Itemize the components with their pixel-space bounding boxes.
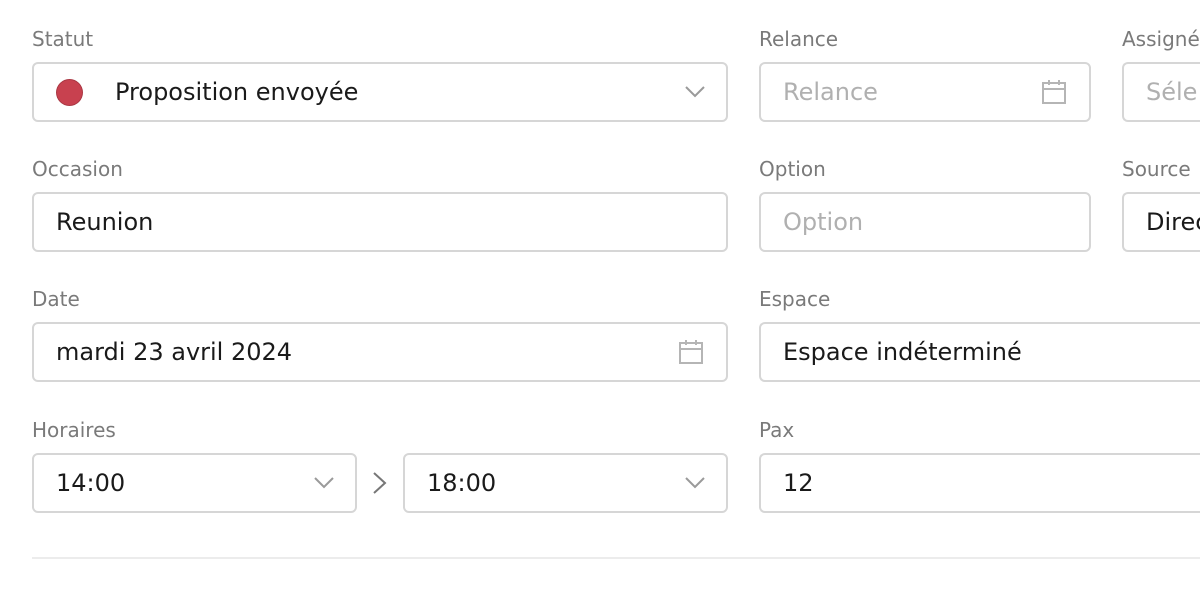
status-color-dot [56, 78, 83, 106]
assigne-label: Assigné [1122, 27, 1200, 51]
event-details-form: Statut Proposition envoyée Relance Relan… [0, 0, 1200, 600]
calendar-icon [1042, 80, 1066, 104]
date-input[interactable]: mardi 23 avril 2024 [32, 322, 728, 382]
option-placeholder: Option [783, 208, 864, 236]
espace-label: Espace [759, 287, 831, 311]
section-divider [32, 557, 1200, 559]
source-value: Direc [1146, 208, 1200, 236]
chevron-down-icon [314, 477, 334, 489]
pax-label: Pax [759, 418, 795, 442]
source-label: Source [1122, 157, 1191, 181]
statut-select[interactable]: Proposition envoyée [32, 62, 728, 122]
end-time-value: 18:00 [427, 469, 497, 497]
espace-value: Espace indéterminé [783, 338, 1022, 366]
end-time-select[interactable]: 18:00 [403, 453, 728, 513]
espace-select[interactable]: Espace indéterminé [759, 322, 1200, 382]
date-value: mardi 23 avril 2024 [56, 338, 293, 366]
horaires-label: Horaires [32, 418, 116, 442]
statut-label: Statut [32, 27, 94, 51]
assigne-placeholder: Séle [1146, 78, 1198, 106]
date-label: Date [32, 287, 80, 311]
statut-value: Proposition envoyée [115, 78, 359, 106]
chevron-down-icon [685, 477, 705, 489]
occasion-label: Occasion [32, 157, 123, 181]
relance-date-input[interactable]: Relance [759, 62, 1091, 122]
chevron-down-icon [685, 86, 705, 98]
calendar-icon [679, 340, 703, 364]
pax-input[interactable]: 12 [759, 453, 1200, 513]
option-input[interactable]: Option [759, 192, 1091, 252]
relance-placeholder: Relance [783, 78, 878, 106]
option-label: Option [759, 157, 826, 181]
assigne-select[interactable]: Séle [1122, 62, 1200, 122]
pax-value: 12 [783, 469, 814, 497]
occasion-value: Reunion [56, 208, 154, 236]
chevron-right-icon [373, 472, 387, 494]
relance-label: Relance [759, 27, 839, 51]
start-time-select[interactable]: 14:00 [32, 453, 357, 513]
source-select[interactable]: Direc [1122, 192, 1200, 252]
occasion-input[interactable]: Reunion [32, 192, 728, 252]
start-time-value: 14:00 [56, 469, 126, 497]
